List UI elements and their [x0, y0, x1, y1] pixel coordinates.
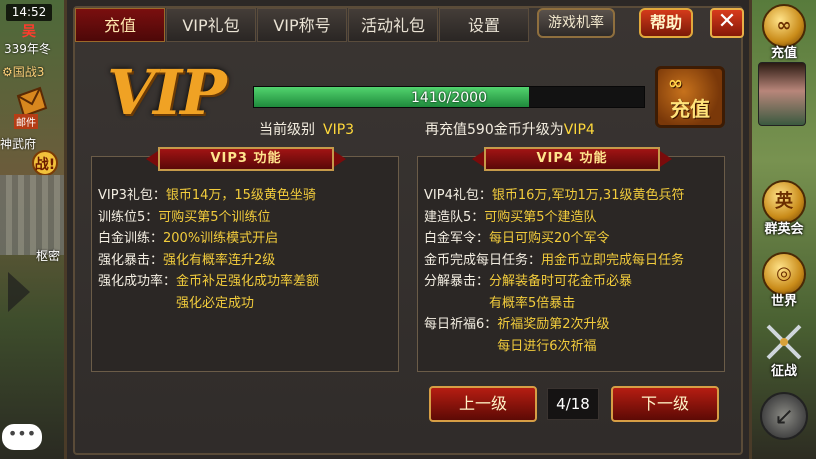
vip3-features-list: VIP3礼包： 银币14万，15级黄色坐骑 训练位5： 可购买第5个训练位 白金训练： 2… — [98, 185, 394, 314]
next-level-value: VIP4 — [563, 122, 595, 138]
current-level-value: VIP3 — [323, 122, 355, 138]
feature-value: 每日可购买20个军令 — [489, 231, 610, 246]
game-rate-button[interactable]: 游戏机率 — [537, 8, 615, 38]
feature-row: 每日祈福6： 祈福奖励第2次升级 — [424, 314, 720, 336]
tab-settings[interactable]: 设置 — [439, 8, 529, 42]
heroes-button[interactable]: 英 群英会 — [758, 180, 810, 237]
feature-key: VIP4礼包： — [424, 188, 492, 203]
feature-value: 200%训练模式开启 — [163, 231, 279, 246]
feature-row: 强化暴击： 强化有概率连升2级 — [98, 250, 394, 272]
feature-row: VIP4礼包： 银币16万,军功1万,31级黄色兵符 — [424, 185, 720, 207]
feature-key: 强化暴击： — [98, 252, 164, 268]
feature-value: 祈福奖励第2次升级 — [497, 317, 610, 332]
recharge-button-label: 充值 — [670, 97, 710, 121]
feature-value: 分解装备时可花金币必暴 — [489, 274, 633, 289]
page-indicator: 4/18 — [547, 388, 599, 420]
feature-value: 有概率5倍暴击 — [489, 295, 576, 311]
world-button[interactable]: ◎ 世界 — [758, 252, 810, 309]
chat-bubble-icon[interactable]: ••• — [2, 424, 42, 450]
left-game-strip: 14:52 吴 339年冬 ⚙国战3 邮件 神武府 战! 枢密 ••• — [0, 0, 64, 459]
faction-label: 吴 — [22, 24, 36, 40]
year-label: 339年冬 — [4, 42, 51, 56]
feature-key: 训练位5： — [98, 209, 159, 225]
city-walls-image — [0, 175, 64, 255]
vip4-features-list: VIP4礼包： 银币16万,军功1万,31级黄色兵符 建造队5： 可购买第5个建造队白… — [424, 185, 720, 357]
feature-key: 金币完成每日任务： — [424, 252, 542, 268]
coins-icon: ∞ — [668, 73, 683, 94]
back-arrow-icon[interactable]: ↙ — [760, 392, 808, 440]
recharge-button[interactable]: ∞ 充值 — [655, 66, 725, 128]
feature-value: 银币14万，15级黄色坐骑 — [165, 188, 316, 203]
feature-row: 训练位5： 可购买第5个训练位 — [98, 207, 394, 229]
vip-progress-bar: 1410/2000 — [253, 86, 645, 108]
feature-row: 强化成功率： 金币补足强化成功率差额 — [98, 271, 394, 293]
national-war-label[interactable]: ⚙国战3 — [2, 63, 44, 80]
feature-key: 强化成功率： — [98, 274, 177, 289]
recharge-side-label: 充值 — [770, 46, 797, 61]
privy-council-label[interactable]: 枢密 — [36, 247, 60, 264]
feature-key: 每日祈福6： — [424, 317, 498, 332]
tab-vip-title[interactable]: VIP称号 — [257, 8, 347, 42]
campaign-button[interactable]: 征战 — [758, 322, 810, 379]
world-label: 世界 — [770, 294, 797, 309]
tab-event-gift[interactable]: 活动礼包 — [348, 8, 438, 42]
feature-row: 白金训练： 200%训练模式开启 — [98, 228, 394, 250]
feature-value: 强化必定成功 — [176, 295, 255, 311]
expand-arrow-icon[interactable] — [8, 272, 30, 312]
help-button[interactable]: 帮助 — [639, 8, 693, 38]
vip4-features-title: VIP4 功能 — [484, 147, 660, 171]
city-label[interactable]: 神武府 — [0, 135, 36, 152]
feature-key: VIP3礼包： — [98, 188, 166, 203]
current-level: 当前级别 VIP3 — [259, 119, 354, 139]
tab-vip-gift[interactable]: VIP礼包 — [166, 8, 256, 42]
feature-row: 分解暴击： 分解装备时可花金币必暴 — [424, 271, 720, 293]
status-clock: 14:52 — [6, 4, 52, 21]
hero-portrait[interactable] — [758, 62, 806, 126]
feature-value: 银币16万,军功1万,31级黄色兵符 — [491, 188, 685, 203]
right-game-strip: ∞ 充值 英 群英会 ◎ 世界 征战 ↙ — [752, 0, 816, 459]
feature-row: 白金军令： 每日可购买20个军令 — [424, 228, 720, 250]
feature-value: 可购买第5个训练位 — [158, 209, 271, 225]
mail-label: 邮件 — [14, 114, 38, 129]
feature-key: 白金训练： — [98, 231, 164, 246]
feature-row: 金币完成每日任务： 用金币立即完成每日任务 — [424, 250, 720, 272]
upgrade-hint: 再充值590金币升级为VIP4 — [425, 119, 595, 139]
feature-row: 每日进行6次祈福 — [424, 336, 720, 358]
progress-text: 1410/2000 — [411, 90, 487, 106]
feature-row: 有概率5倍暴击 — [424, 293, 720, 315]
feature-value: 强化有概率连升2级 — [163, 252, 276, 268]
feature-key: 白金军令： — [424, 231, 490, 246]
next-level-button[interactable]: 下一级 — [611, 386, 719, 422]
feature-value: 可购买第5个建造队 — [484, 209, 597, 225]
tab-bar: 充值 VIP礼包 VIP称号 活动礼包 设置 — [75, 8, 530, 42]
feature-key: 建造队5： — [424, 209, 485, 225]
vip3-features-box: VIP3 功能 VIP3礼包： 银币14万，15级黄色坐骑 训练位5： 可购买第5个训… — [91, 147, 399, 372]
campaign-label: 征战 — [770, 364, 797, 379]
vip-panel: 充值 VIP礼包 VIP称号 活动礼包 设置 游戏机率 帮助 ✕ VIP 141… — [64, 0, 752, 459]
heroes-label: 群英会 — [764, 222, 804, 237]
feature-key: 分解暴击： — [424, 274, 490, 289]
current-level-label: 当前级别 — [259, 122, 315, 138]
feature-value: 用金币立即完成每日任务 — [541, 252, 685, 268]
feature-row: 强化必定成功 — [98, 293, 394, 315]
upgrade-text: 再充值590金币升级为 — [425, 122, 564, 138]
feature-row: VIP3礼包： 银币14万，15级黄色坐骑 — [98, 185, 394, 207]
prev-level-button[interactable]: 上一级 — [429, 386, 537, 422]
tab-recharge[interactable]: 充值 — [75, 8, 165, 42]
feature-value: 每日进行6次祈福 — [497, 338, 597, 354]
battle-icon[interactable]: 战! — [32, 150, 58, 176]
close-icon[interactable]: ✕ — [710, 8, 744, 38]
vip-logo: VIP — [107, 56, 227, 129]
gear-icon: ⚙ — [2, 65, 13, 79]
feature-row: 建造队5： 可购买第5个建造队 — [424, 207, 720, 229]
feature-value: 金币补足强化成功率差额 — [176, 274, 320, 289]
recharge-side-button[interactable]: ∞ 充值 — [758, 4, 810, 61]
crossed-swords-icon — [766, 324, 802, 360]
vip4-features-box: VIP4 功能 VIP4礼包： 银币16万,军功1万,31级黄色兵符 建造队5： 可购… — [417, 147, 725, 372]
vip3-features-title: VIP3 功能 — [158, 147, 334, 171]
